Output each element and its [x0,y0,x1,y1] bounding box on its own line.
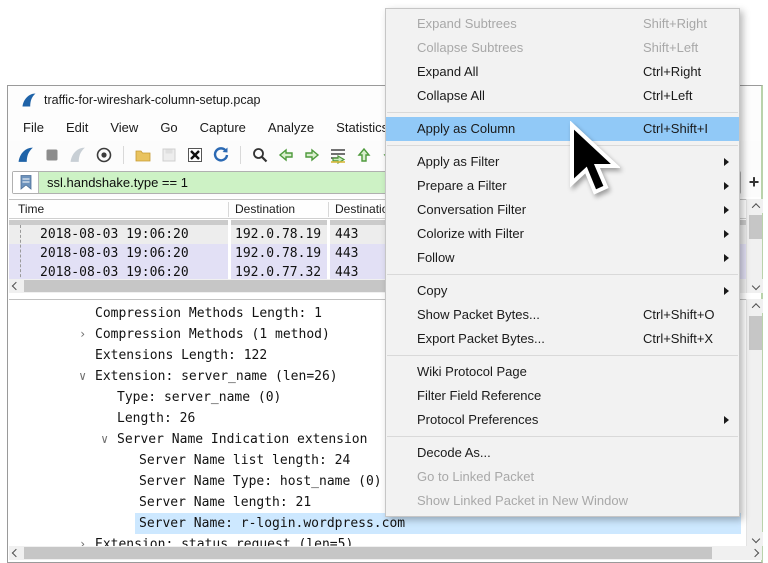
scroll-left-button[interactable] [9,546,23,560]
cell-destination: 192.0.78.19 [235,225,321,244]
scroll-right-button[interactable] [748,546,762,560]
menu-item-copy[interactable]: Copy [386,279,739,303]
menu-item-collapse-subtrees: Collapse SubtreesShift+Left [386,36,739,60]
submenu-arrow-icon [724,287,729,295]
details-vscrollbar[interactable] [746,299,762,546]
expander-expanded-icon[interactable]: ∨ [79,366,86,387]
column-gap [327,220,330,282]
find-packet-icon[interactable] [250,145,270,165]
menu-item-collapse-all[interactable]: Collapse AllCtrl+Left [386,84,739,108]
hscroll-thumb[interactable] [24,547,712,559]
submenu-arrow-icon [724,230,729,238]
go-to-packet-icon[interactable] [328,145,348,165]
menu-item-follow[interactable]: Follow [386,246,739,270]
menu-item-expand-all[interactable]: Expand AllCtrl+Right [386,60,739,84]
menu-separator [387,355,738,356]
submenu-arrow-icon [724,182,729,190]
submenu-arrow-icon [724,206,729,214]
menu-item-conversation-filter[interactable]: Conversation Filter [386,198,739,222]
menu-item-filter-field-reference[interactable]: Filter Field Reference [386,384,739,408]
submenu-arrow-icon [724,158,729,166]
menu-capture[interactable]: Capture [189,114,257,141]
menu-item-prepare-a-filter[interactable]: Prepare a Filter [386,174,739,198]
scroll-down-button[interactable] [748,532,763,546]
menu-item-apply-as-column[interactable]: Apply as ColumnCtrl+Shift+I [386,117,739,141]
details-hscrollbar[interactable] [9,546,762,560]
expander-collapsed-icon[interactable]: › [79,324,86,345]
submenu-arrow-icon [724,254,729,262]
scroll-up-button[interactable] [748,199,763,213]
cell-port: 443 [335,244,358,263]
start-capture-icon[interactable] [16,145,36,165]
vscroll-thumb[interactable] [749,316,762,350]
menu-item-apply-as-filter[interactable]: Apply as Filter [386,150,739,174]
vscroll-thumb[interactable] [749,215,762,239]
cell-time: 2018-08-03 19:06:20 [40,244,189,263]
bookmark-icon [20,175,32,190]
go-forward-icon[interactable] [302,145,322,165]
capture-options-icon[interactable] [94,145,114,165]
menu-view[interactable]: View [99,114,149,141]
filter-bookmark-button[interactable] [13,172,39,193]
scroll-left-button[interactable] [9,279,23,293]
go-up-icon[interactable] [354,145,374,165]
column-header-destination-port[interactable]: Destinatio [335,200,388,219]
stop-capture-icon[interactable] [42,145,62,165]
menu-item-colorize-with-filter[interactable]: Colorize with Filter [386,222,739,246]
go-back-icon[interactable] [276,145,296,165]
related-packet-indicator [20,225,21,282]
chevron-right-icon [751,549,759,557]
chevron-down-icon [751,282,759,290]
wireshark-logo-icon [21,92,38,109]
menu-item-show-linked-packet-in-new-window: Show Linked Packet in New Window [386,489,739,513]
menu-separator [387,274,738,275]
expander-collapsed-icon[interactable]: › [79,534,86,546]
column-header-destination[interactable]: Destination [235,200,295,219]
cell-destination: 192.0.78.19 [235,244,321,263]
menu-item-expand-subtrees: Expand SubtreesShift+Right [386,12,739,36]
toolbar-separator [240,146,241,164]
close-file-icon[interactable] [185,145,205,165]
menu-file[interactable]: File [12,114,55,141]
menu-item-wiki-protocol-page[interactable]: Wiki Protocol Page [386,360,739,384]
cell-port: 443 [335,225,358,244]
column-divider[interactable] [228,202,229,217]
menu-edit[interactable]: Edit [55,114,99,141]
menu-item-show-packet-bytes[interactable]: Show Packet Bytes...Ctrl+Shift+O [386,303,739,327]
menu-item-go-to-linked-packet: Go to Linked Packet [386,465,739,489]
scroll-up-button[interactable] [748,299,763,313]
toolbar-separator [123,146,124,164]
column-header-time[interactable]: Time [18,200,44,219]
menu-separator [387,112,738,113]
menu-item-decode-as[interactable]: Decode As... [386,441,739,465]
packet-list-vscrollbar[interactable] [746,199,762,293]
column-gap [228,220,231,282]
context-menu: Expand SubtreesShift+Right Collapse Subt… [385,8,740,517]
chevron-left-icon [12,549,20,557]
chevron-left-icon [12,282,20,290]
menu-item-export-packet-bytes[interactable]: Export Packet Bytes...Ctrl+Shift+X [386,327,739,351]
column-divider[interactable] [328,202,329,217]
menu-item-protocol-preferences[interactable]: Protocol Preferences [386,408,739,432]
filter-add-button[interactable]: + [744,170,764,194]
menu-analyze[interactable]: Analyze [257,114,325,141]
menu-separator [387,436,738,437]
chevron-up-icon [751,303,759,311]
save-file-icon[interactable] [159,145,179,165]
menu-separator [387,145,738,146]
chevron-up-icon [751,203,759,211]
menu-go[interactable]: Go [149,114,188,141]
window-title: traffic-for-wireshark-column-setup.pcap [44,86,261,114]
scroll-down-button[interactable] [748,279,763,293]
restart-capture-icon[interactable] [68,145,88,165]
cell-time: 2018-08-03 19:06:20 [40,225,189,244]
submenu-arrow-icon [724,416,729,424]
chevron-down-icon [751,535,759,543]
open-file-icon[interactable] [133,145,153,165]
detail-line[interactable]: ›Extension: status request (len=5) [9,534,746,546]
reload-file-icon[interactable] [211,145,231,165]
expander-expanded-icon[interactable]: ∨ [101,429,108,450]
